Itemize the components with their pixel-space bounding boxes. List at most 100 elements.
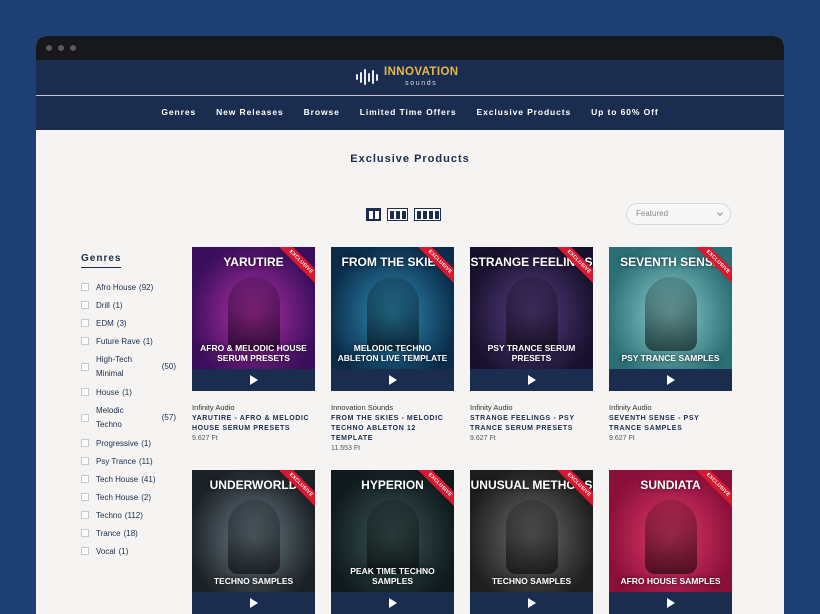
site-header: INNOVATION sounds Genres New Releases Br… <box>36 60 784 130</box>
artwork-figure <box>227 277 280 351</box>
genre-filter-item[interactable]: Trance (18) <box>81 524 176 542</box>
artwork-figure <box>644 277 697 351</box>
genre-filter-item[interactable]: Tech House (2) <box>81 488 176 506</box>
product-artwork[interactable]: UNUSUAL METHODS TECHNO SAMPLES EXCLUSIVE <box>470 470 593 592</box>
grid-2-columns-icon[interactable] <box>366 208 381 221</box>
genre-filter-item[interactable]: High-Tech Minimal (50) <box>81 350 176 383</box>
genre-filter-item[interactable]: Afro House (92) <box>81 278 176 296</box>
checkbox[interactable] <box>81 319 89 327</box>
artwork-subtitle: PSY TRANCE SERUM PRESETS <box>487 343 576 363</box>
product-artwork[interactable]: YARUTIRE AFRO & MELODIC HOUSE SERUM PRESE… <box>192 247 315 369</box>
play-icon <box>666 598 675 608</box>
product-name[interactable]: YARUTIRE - AFRO & MELODIC HOUSE SERUM PR… <box>192 414 315 434</box>
product-card[interactable]: UNUSUAL METHODS TECHNO SAMPLES EXCLUSIVE <box>470 470 593 614</box>
product-vendor: Innovation Sounds <box>331 403 394 412</box>
product-artwork[interactable]: UNDERWORLD TECHNO SAMPLES EXCLUSIVE <box>192 470 315 592</box>
product-name[interactable]: SEVENTH SENSE - PSY TRANCE SAMPLES <box>609 414 732 434</box>
product-card[interactable]: SUNDIATA AFRO HOUSE SAMPLES EXCLUSIVE <box>609 470 732 614</box>
nav-limited-time-offers[interactable]: Limited Time Offers <box>360 107 457 117</box>
play-preview-button[interactable] <box>609 369 732 391</box>
checkbox[interactable] <box>81 475 89 483</box>
window-dot-icon <box>58 45 64 51</box>
product-price: 9.627 Ft <box>470 435 496 442</box>
brand-logo[interactable]: INNOVATION sounds <box>356 65 459 89</box>
product-artwork[interactable]: FROM THE SKIES MELODIC TECHNO ABLETON LIV… <box>331 247 454 369</box>
checkbox[interactable] <box>81 413 89 422</box>
checkbox[interactable] <box>81 362 89 371</box>
header-divider <box>36 95 784 96</box>
brand-name: INNOVATION <box>384 66 459 79</box>
play-preview-button[interactable] <box>331 592 454 614</box>
grid-3-columns-icon[interactable] <box>387 208 408 221</box>
product-artwork[interactable]: SUNDIATA AFRO HOUSE SAMPLES EXCLUSIVE <box>609 470 732 592</box>
play-preview-button[interactable] <box>470 592 593 614</box>
checkbox[interactable] <box>81 337 89 345</box>
grid-view-toggles <box>366 208 441 221</box>
grid-4-columns-icon[interactable] <box>414 208 441 221</box>
nav-browse[interactable]: Browse <box>304 107 340 117</box>
artwork-subtitle: MELODIC TECHNO ABLETON LIVE TEMPLATE <box>337 343 448 363</box>
product-card[interactable]: YARUTIRE AFRO & MELODIC HOUSE SERUM PRESE… <box>192 247 315 442</box>
genre-filter-item[interactable]: Progressive (1) <box>81 434 176 452</box>
checkbox[interactable] <box>81 493 89 501</box>
genre-filter-item[interactable]: Melodic Techno (57) <box>81 401 176 434</box>
checkbox[interactable] <box>81 388 89 396</box>
main-nav: Genres New Releases Browse Limited Time … <box>36 107 784 117</box>
checkbox[interactable] <box>81 529 89 537</box>
nav-up-to-60-off[interactable]: Up to 60% Off <box>591 107 658 117</box>
artwork-figure <box>505 500 558 574</box>
genre-filter-item[interactable]: Tech House (41) <box>81 470 176 488</box>
product-card[interactable]: SEVENTH SENSE PSY TRANCE SAMPLES EXCLUSIVE… <box>609 247 732 442</box>
chevron-down-icon <box>717 210 723 216</box>
artwork-figure <box>227 500 280 574</box>
product-name[interactable]: STRANGE FEELINGS - PSY TRANCE SERUM PRES… <box>470 414 593 434</box>
play-icon <box>388 598 397 608</box>
play-preview-button[interactable] <box>609 592 732 614</box>
genre-filter-item[interactable]: EDM (3) <box>81 314 176 332</box>
genre-filter-item[interactable]: Drill (1) <box>81 296 176 314</box>
genre-filter-sidebar: Genres Afro House (92) Drill (1) EDM (3) Fu… <box>81 248 176 560</box>
product-card[interactable]: HYPERION PEAK TIME TECHNO SAMPLES EXCLUSIV… <box>331 470 454 614</box>
play-preview-button[interactable] <box>192 592 315 614</box>
play-preview-button[interactable] <box>192 369 315 391</box>
checkbox[interactable] <box>81 439 89 447</box>
checkbox[interactable] <box>81 283 89 291</box>
product-vendor: Infinity Audio <box>609 403 652 412</box>
play-icon <box>249 598 258 608</box>
artwork-subtitle: PSY TRANCE SAMPLES <box>621 352 720 363</box>
genre-filter-item[interactable]: Psy Trance (11) <box>81 452 176 470</box>
product-name[interactable]: FROM THE SKIES - MELODIC TECHNO ABLETON … <box>331 414 454 444</box>
window-titlebar <box>36 36 784 60</box>
page-title: Exclusive Products <box>350 153 470 165</box>
checkbox[interactable] <box>81 547 89 555</box>
genre-filter-item[interactable]: Vocal (1) <box>81 542 176 560</box>
checkbox[interactable] <box>81 511 89 519</box>
product-price: 9.627 Ft <box>192 435 218 442</box>
genre-filter-item[interactable]: Future Rave (1) <box>81 332 176 350</box>
genres-heading: Genres <box>81 253 122 268</box>
genre-filter-item[interactable]: House (1) <box>81 383 176 401</box>
product-card[interactable]: STRANGE FEELINGS PSY TRANCE SERUM PRESETS… <box>470 247 593 442</box>
nav-exclusive-products[interactable]: Exclusive Products <box>477 107 572 117</box>
product-card[interactable]: FROM THE SKIES MELODIC TECHNO ABLETON LIV… <box>331 247 454 452</box>
genre-filter-item[interactable]: Techno (112) <box>81 506 176 524</box>
product-vendor: Infinity Audio <box>470 403 513 412</box>
nav-new-releases[interactable]: New Releases <box>216 107 284 117</box>
product-card[interactable]: UNDERWORLD TECHNO SAMPLES EXCLUSIVE <box>192 470 315 614</box>
browser-window: INNOVATION sounds Genres New Releases Br… <box>36 36 784 614</box>
artwork-subtitle: TECHNO SAMPLES <box>491 575 572 586</box>
play-preview-button[interactable] <box>470 369 593 391</box>
play-preview-button[interactable] <box>331 369 454 391</box>
product-artwork[interactable]: STRANGE FEELINGS PSY TRANCE SERUM PRESETS… <box>470 247 593 369</box>
nav-genres[interactable]: Genres <box>161 107 196 117</box>
artwork-figure <box>366 500 419 574</box>
checkbox[interactable] <box>81 457 89 465</box>
product-artwork[interactable]: HYPERION PEAK TIME TECHNO SAMPLES EXCLUSIV… <box>331 470 454 592</box>
product-artwork[interactable]: SEVENTH SENSE PSY TRANCE SAMPLES EXCLUSIVE <box>609 247 732 369</box>
window-dot-icon <box>46 45 52 51</box>
artwork-subtitle: AFRO & MELODIC HOUSE SERUM PRESETS <box>200 343 307 363</box>
sort-select[interactable]: Featured <box>626 203 731 225</box>
checkbox[interactable] <box>81 301 89 309</box>
sort-selected-value: Featured <box>636 209 669 218</box>
artwork-figure <box>644 500 697 574</box>
